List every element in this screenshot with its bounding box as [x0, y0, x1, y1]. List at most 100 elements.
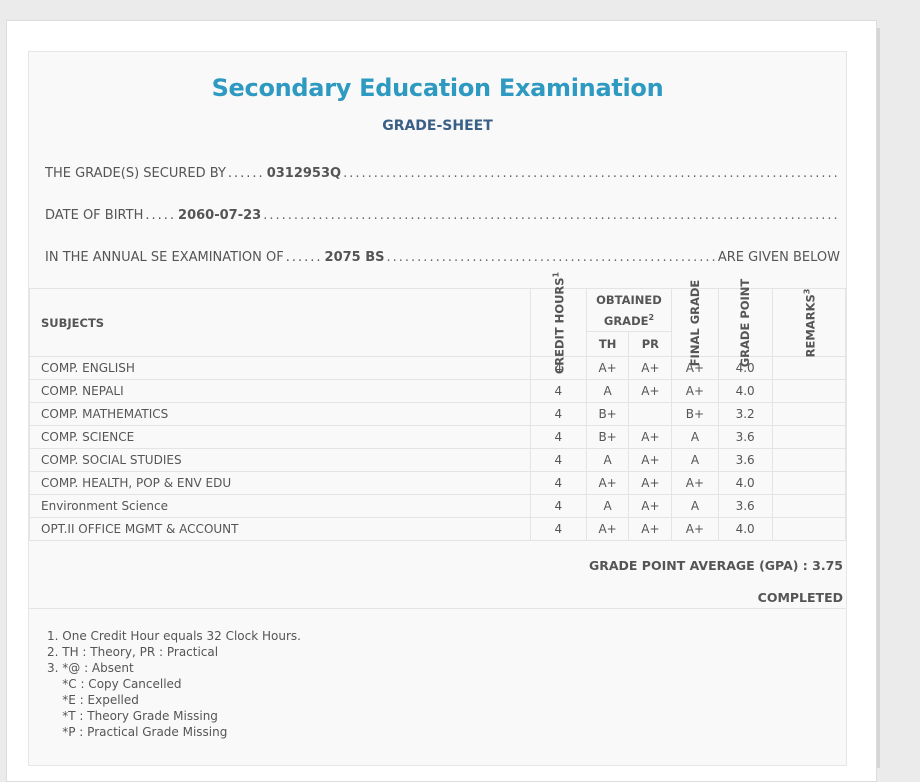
secured-by-label: THE GRADE(S) SECURED BY	[45, 166, 226, 181]
header-remarks: REMARKS3	[771, 288, 847, 357]
secured-by-line: THE GRADE(S) SECURED BY ...... 0312953Q …	[45, 166, 840, 181]
pr-grade-cell: A+	[628, 494, 673, 518]
credit-cell: 4	[529, 425, 587, 449]
pr-grade-cell	[628, 402, 673, 426]
grade-point-cell: 4.0	[717, 379, 773, 403]
th-grade-cell: A	[585, 494, 630, 518]
subject-cell: COMP. MATHEMATICS	[29, 402, 531, 426]
final-grade-cell: A	[671, 425, 719, 449]
remarks-cell	[771, 471, 847, 495]
footnote-item: *E : Expelled	[47, 693, 139, 707]
header-pr: PR	[628, 331, 673, 357]
credit-cell: 4	[529, 448, 587, 472]
remarks-cell	[771, 379, 847, 403]
grades-table: SUBJECTS CREDIT HOURS1 OBTAINED GRADE2 F…	[29, 271, 847, 541]
table-row: COMP. NEPALI 4 A A+ A+ 4.0	[29, 379, 847, 403]
subject-cell: OPT.II OFFICE MGMT & ACCOUNT	[29, 517, 531, 541]
dob-label: DATE OF BIRTH	[45, 208, 144, 223]
header-grade-point: GRADE POINT	[717, 278, 773, 367]
leader-dots: ......	[227, 166, 265, 181]
table-row: Environment Science 4 A A+ A 3.6	[29, 494, 847, 518]
final-grade-cell: B+	[671, 402, 719, 426]
subject-cell: COMP. ENGLISH	[29, 356, 531, 380]
table-row: OPT.II OFFICE MGMT & ACCOUNT 4 A+ A+ A+ 4.0	[29, 517, 847, 541]
remarks-cell	[771, 356, 847, 380]
header-credit-hours: CREDIT HOURS1	[529, 271, 587, 374]
credit-cell: 4	[529, 517, 587, 541]
th-grade-cell: A+	[585, 356, 630, 380]
grade-point-cell: 3.6	[717, 425, 773, 449]
credit-cell: 4	[529, 402, 587, 426]
grade-point-cell: 4.0	[717, 471, 773, 495]
th-grade-cell: A	[585, 448, 630, 472]
leader-dots: ......	[285, 250, 323, 265]
pr-grade-cell: A+	[628, 471, 673, 495]
final-grade-cell: A	[671, 448, 719, 472]
subject-cell: COMP. SOCIAL STUDIES	[29, 448, 531, 472]
divider	[29, 608, 846, 609]
header-final-grade: FINAL GRADE	[671, 279, 719, 366]
grade-point-cell: 3.6	[717, 448, 773, 472]
final-grade-cell: A+	[671, 517, 719, 541]
exam-year: 2075 BS	[324, 250, 385, 265]
credit-cell: 4	[529, 494, 587, 518]
grade-point-cell: 4.0	[717, 517, 773, 541]
remarks-cell	[771, 425, 847, 449]
leader-dots: .....	[145, 208, 177, 223]
footnote-item: *P : Practical Grade Missing	[47, 725, 228, 739]
remarks-cell	[771, 448, 847, 472]
dob-line: DATE OF BIRTH ..... 2060-07-23 .........…	[45, 208, 840, 223]
pr-grade-cell: A+	[628, 517, 673, 541]
footnote-item: *T : Theory Grade Missing	[47, 709, 218, 723]
subject-cell: COMP. SCIENCE	[29, 425, 531, 449]
final-grade-cell: A+	[671, 471, 719, 495]
pr-grade-cell: A+	[628, 379, 673, 403]
credit-cell: 4	[529, 379, 587, 403]
status-completed: COMPLETED	[757, 590, 843, 605]
footnote-item: *C : Copy Cancelled	[47, 677, 182, 691]
credit-cell: 4	[529, 471, 587, 495]
table-row: COMP. HEALTH, POP & ENV EDU 4 A+ A+ A+ 4.0	[29, 471, 847, 495]
subject-cell: Environment Science	[29, 494, 531, 518]
grade-point-cell: 3.2	[717, 402, 773, 426]
th-grade-cell: A	[585, 379, 630, 403]
exam-label: IN THE ANNUAL SE EXAMINATION OF	[45, 250, 284, 265]
th-grade-cell: A+	[585, 517, 630, 541]
th-grade-cell: B+	[585, 425, 630, 449]
given-below-label: ARE GIVEN BELOW	[717, 250, 840, 265]
leader-dots: ........................................…	[343, 166, 840, 181]
symbol-number: 0312953Q	[266, 166, 342, 181]
final-grade-cell: A	[671, 494, 719, 518]
page-subtitle: GRADE-SHEET	[382, 118, 493, 134]
table-row: COMP. SCIENCE 4 B+ A+ A 3.6	[29, 425, 847, 449]
grade-sheet: Secondary Education Examination GRADE-SH…	[28, 51, 847, 766]
footnote-item: 2. TH : Theory, PR : Practical	[47, 645, 219, 659]
gpa-summary: GRADE POINT AVERAGE (GPA) : 3.75	[588, 558, 843, 573]
subject-cell: COMP. NEPALI	[29, 379, 531, 403]
table-row: COMP. MATHEMATICS 4 B+ B+ 3.2	[29, 402, 847, 426]
final-grade-cell: A+	[671, 379, 719, 403]
remarks-cell	[771, 517, 847, 541]
footnotes: 1. One Credit Hour equals 32 Clock Hours…	[47, 628, 301, 740]
th-grade-cell: B+	[585, 402, 630, 426]
header-obtained-grade: OBTAINED GRADE2	[585, 288, 673, 332]
leader-dots: ........................................…	[263, 208, 840, 223]
pr-grade-cell: A+	[628, 425, 673, 449]
remarks-cell	[771, 402, 847, 426]
exam-line: IN THE ANNUAL SE EXAMINATION OF ...... 2…	[45, 250, 840, 265]
remarks-cell	[771, 494, 847, 518]
grade-point-cell: 3.6	[717, 494, 773, 518]
footnote-item: 3. *@ : Absent	[47, 661, 134, 675]
leader-dots: ........................................…	[386, 250, 718, 265]
page-title: Secondary Education Examination	[211, 74, 664, 102]
subject-cell: COMP. HEALTH, POP & ENV EDU	[29, 471, 531, 495]
pr-grade-cell: A+	[628, 448, 673, 472]
th-grade-cell: A+	[585, 471, 630, 495]
header-th: TH	[585, 331, 630, 357]
table-row: COMP. ENGLISH 4 A+ A+ A+ 4.0	[29, 356, 847, 380]
pr-grade-cell: A+	[628, 356, 673, 380]
footnote-item: 1. One Credit Hour equals 32 Clock Hours…	[47, 629, 301, 643]
table-row: COMP. SOCIAL STUDIES 4 A A+ A 3.6	[29, 448, 847, 472]
dob-value: 2060-07-23	[178, 208, 262, 223]
header-subjects: SUBJECTS	[29, 288, 531, 357]
